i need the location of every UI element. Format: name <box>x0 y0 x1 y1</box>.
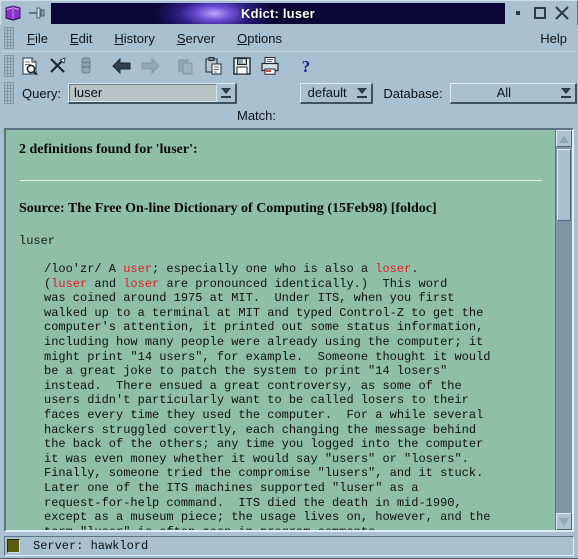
strategy-dropdown-arrow-icon[interactable] <box>353 87 371 98</box>
close-button[interactable] <box>551 3 573 24</box>
definition-content[interactable]: 2 definitions found for 'luser': Source:… <box>6 130 555 530</box>
content-divider <box>20 180 542 181</box>
database-dropdown-arrow-icon[interactable] <box>557 87 575 98</box>
pin-icon[interactable] <box>25 2 49 24</box>
scroll-up-button[interactable] <box>556 130 572 147</box>
definition-text: are pronounced identically.) This word w… <box>44 276 491 530</box>
definition-text: ; especially one who is also a <box>152 262 376 276</box>
window-title: Kdict: luser <box>241 5 315 21</box>
define-icon[interactable] <box>16 53 44 79</box>
connection-led <box>7 539 20 553</box>
minimize-button[interactable] <box>507 3 529 24</box>
paste-icon[interactable] <box>200 53 228 79</box>
window-controls <box>507 3 577 24</box>
database-combobox[interactable]: All <box>449 82 577 104</box>
status-text: Server: hawklord <box>33 539 149 553</box>
scroll-up-arrow-icon <box>559 134 569 143</box>
clear-icon[interactable] <box>44 53 72 79</box>
menu-history[interactable]: History <box>103 28 165 49</box>
print-icon[interactable] <box>256 53 284 79</box>
copy-icon <box>172 53 200 79</box>
definition-text: /loo'zr/ A <box>44 262 124 276</box>
match-label: Match: <box>237 108 277 123</box>
menu-help[interactable]: Help <box>530 28 577 49</box>
stop-icon[interactable] <box>72 53 100 79</box>
toolbar: ? <box>1 51 577 80</box>
definitions-found-line: 2 definitions found for 'luser': <box>19 142 198 157</box>
titlebar-gradient: Kdict: luser <box>51 2 505 24</box>
menubar: File Edit History Server Options Help <box>1 25 577 51</box>
vertical-scrollbar[interactable] <box>555 130 572 530</box>
strategy-value: default <box>307 85 347 100</box>
menu-options[interactable]: Options <box>226 28 293 49</box>
scroll-down-button[interactable] <box>556 513 572 530</box>
query-row: Query: luser default Database: All <box>1 80 577 106</box>
forward-arrow-icon <box>136 53 164 79</box>
definition-link[interactable]: user <box>123 262 152 276</box>
menubar-drag-handle[interactable] <box>4 27 14 49</box>
kdict-window: Kdict: luser File Edit History Server Op… <box>0 0 578 559</box>
source-line: Source: The Free On-line Dictionary of C… <box>19 201 437 216</box>
back-arrow-icon[interactable] <box>108 53 136 79</box>
headword: luser <box>19 234 56 248</box>
save-icon[interactable] <box>228 53 256 79</box>
database-label: Database: <box>383 85 443 101</box>
help-question-icon[interactable]: ? <box>292 53 320 79</box>
statusbar: Server: hawklord <box>4 536 574 556</box>
scrollbar-thumb[interactable] <box>557 149 571 221</box>
database-value: All <box>496 85 512 100</box>
definition-body: /loo'zr/ A user; especially one who is a… <box>44 262 545 530</box>
definition-view-frame: 2 definitions found for 'luser': Source:… <box>4 128 574 532</box>
minimize-icon <box>516 11 520 15</box>
query-combobox[interactable]: luser <box>68 82 238 104</box>
scrollbar-track[interactable] <box>556 147 572 513</box>
query-input[interactable]: luser <box>69 83 218 102</box>
menu-server[interactable]: Server <box>166 28 226 49</box>
query-label: Query: <box>22 85 62 101</box>
window-titlebar[interactable]: Kdict: luser <box>0 0 578 25</box>
scroll-down-arrow-icon <box>559 517 569 526</box>
menu-file[interactable]: File <box>16 28 59 49</box>
menu-edit[interactable]: Edit <box>59 28 103 49</box>
book-icon[interactable] <box>1 2 25 24</box>
svg-text:?: ? <box>302 57 311 76</box>
maximize-icon <box>534 7 546 19</box>
definition-link[interactable]: loser <box>123 277 159 291</box>
match-row: Match: <box>1 106 577 127</box>
strategy-combobox[interactable]: default <box>300 82 374 104</box>
query-dropdown-arrow-icon[interactable] <box>217 84 235 102</box>
definition-text: and <box>87 276 124 291</box>
definition-link[interactable]: loser <box>375 262 411 276</box>
toolbar-drag-handle[interactable] <box>4 55 14 77</box>
close-icon <box>555 6 569 20</box>
maximize-button[interactable] <box>529 3 551 24</box>
definition-link[interactable]: luser <box>51 277 87 291</box>
query-drag-handle[interactable] <box>4 82 14 104</box>
